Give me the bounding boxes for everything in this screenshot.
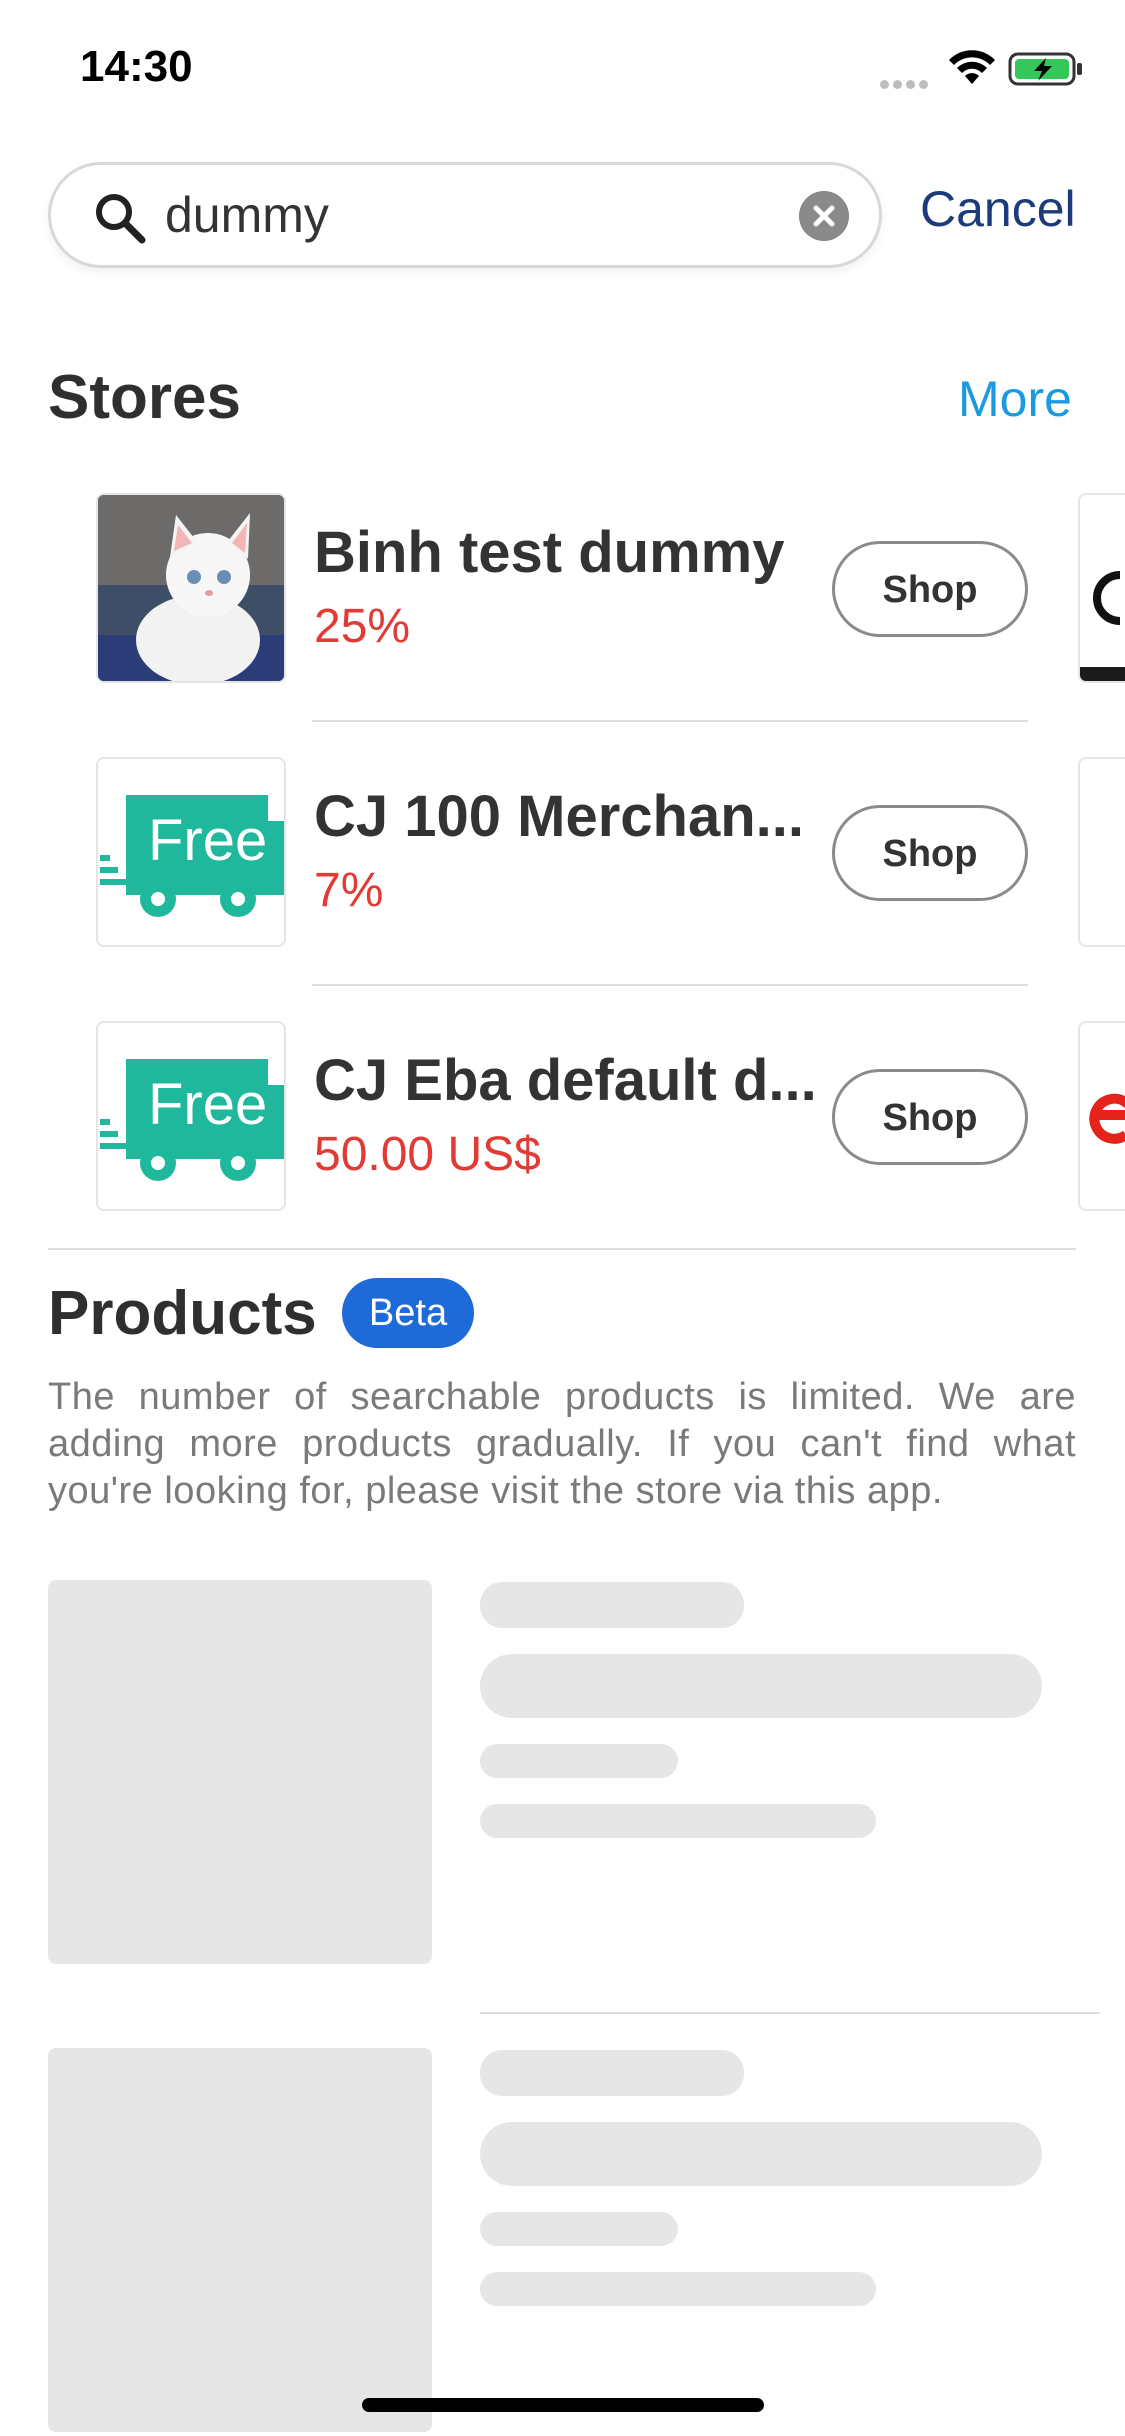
store-peek-card[interactable] (1078, 757, 1125, 947)
section-divider (48, 1248, 1076, 1250)
free-label: Free (148, 1072, 268, 1137)
store-cashback-rate: 7% (314, 864, 384, 917)
skeleton-line (480, 1744, 678, 1778)
cellular-signal-icon (880, 76, 932, 94)
row-divider (480, 2012, 1100, 2014)
peek-card-image (1080, 571, 1125, 681)
status-time: 14:30 (80, 42, 193, 91)
wifi-icon (949, 50, 995, 84)
skeleton-line (480, 2122, 1042, 2186)
store-row[interactable]: Binh test dummy 25% Shop (96, 493, 1125, 685)
skeleton-image (48, 1580, 432, 1964)
kitten-image (98, 495, 284, 681)
home-indicator[interactable] (362, 2398, 764, 2412)
row-divider (312, 984, 1028, 986)
store-row[interactable]: Free CJ 100 Merchan... 7% Shop (96, 757, 1125, 949)
stores-section-title: Stores (48, 363, 241, 432)
skeleton-line (480, 2212, 678, 2246)
store-name: CJ 100 Merchan... (314, 784, 804, 849)
store-name: Binh test dummy (314, 520, 785, 585)
skeleton-image (48, 2048, 432, 2432)
store-cashback-rate: 50.00 US$ (314, 1128, 541, 1181)
status-bar: 14:30 (0, 0, 1125, 140)
store-thumbnail-kitten (96, 493, 286, 683)
store-name: CJ Eba default d... (314, 1048, 817, 1113)
skeleton-line (480, 1654, 1042, 1718)
cancel-button[interactable]: Cancel (920, 180, 1076, 238)
store-peek-card[interactable] (1078, 1021, 1125, 1211)
store-row[interactable]: Free CJ Eba default d... 50.00 US$ Shop (96, 1021, 1125, 1213)
products-note: The number of searchable products is lim… (48, 1376, 1076, 1512)
store-peek-card[interactable] (1078, 493, 1125, 683)
shop-button[interactable]: Shop (832, 541, 1028, 637)
store-thumbnail-free-truck: Free (96, 1021, 286, 1211)
beta-badge: Beta (342, 1278, 474, 1348)
clear-search-icon[interactable] (799, 191, 849, 241)
search-bar[interactable] (48, 162, 882, 268)
shop-button[interactable]: Shop (832, 805, 1028, 901)
row-divider (312, 720, 1028, 722)
search-icon (96, 194, 146, 244)
skeleton-line (480, 1582, 744, 1628)
battery-charging-icon (1008, 52, 1082, 86)
store-thumbnail-free-truck: Free (96, 757, 286, 947)
free-label: Free (148, 808, 268, 873)
skeleton-line (480, 1804, 876, 1838)
store-cashback-rate: 25% (314, 600, 411, 653)
products-section-title: Products (48, 1279, 317, 1348)
peek-card-logo (1089, 1093, 1125, 1144)
skeleton-line (480, 2272, 876, 2306)
search-input[interactable] (165, 183, 725, 247)
skeleton-line (480, 2050, 744, 2096)
stores-more-link[interactable]: More (958, 370, 1072, 428)
shop-button[interactable]: Shop (832, 1069, 1028, 1165)
